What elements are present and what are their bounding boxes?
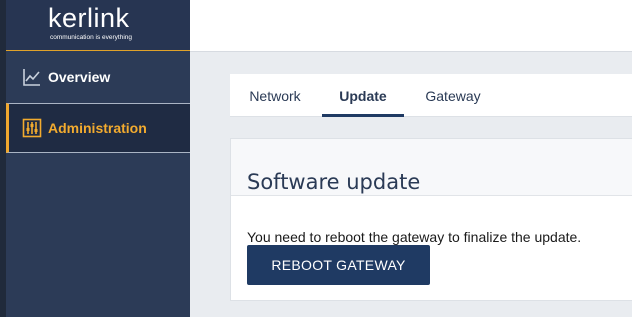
card-title: Software update <box>247 170 421 195</box>
tab-bar: Network Update Gateway <box>230 74 632 117</box>
sidebar: kerlink communication is everything Over… <box>6 0 190 317</box>
sidebar-item-label: Administration <box>48 120 147 136</box>
software-update-card: Software update You need to reboot the g… <box>230 138 632 301</box>
line-chart-icon <box>23 69 40 86</box>
sliders-icon <box>22 118 42 138</box>
card-header: Software update <box>231 139 632 196</box>
tab-gateway[interactable]: Gateway <box>410 74 496 116</box>
sidebar-item-label: Overview <box>48 69 111 85</box>
tab-update[interactable]: Update <box>322 74 404 117</box>
sidebar-item-administration[interactable]: Administration <box>6 103 190 153</box>
brand-logo[interactable]: kerlink communication is everything <box>6 0 190 51</box>
top-header <box>190 0 632 52</box>
sidebar-item-overview[interactable]: Overview <box>6 52 190 102</box>
logo-wordmark: kerlink <box>48 3 130 33</box>
reboot-message: You need to reboot the gateway to finali… <box>247 229 582 245</box>
tab-network[interactable]: Network <box>230 74 320 116</box>
reboot-gateway-button[interactable]: REBOOT GATEWAY <box>247 245 430 285</box>
logo-tagline: communication is everything <box>50 34 133 41</box>
